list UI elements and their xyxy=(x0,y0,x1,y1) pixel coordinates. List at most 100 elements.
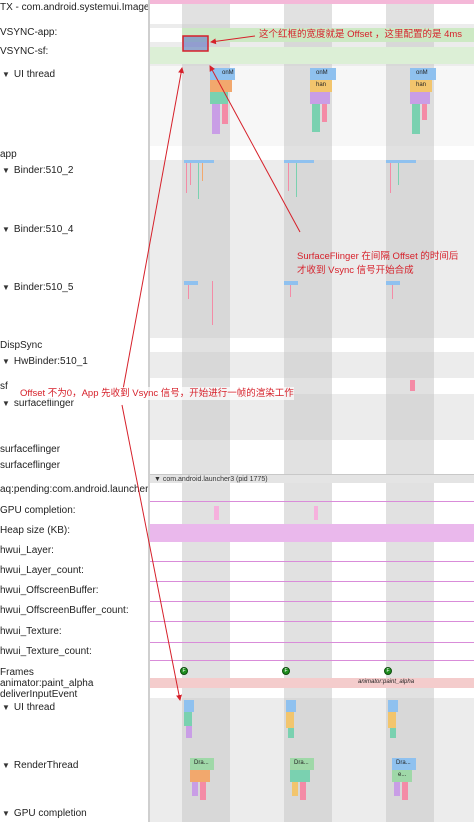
track-label-text: hwui_OffscreenBuffer: xyxy=(0,585,99,596)
ui-slice[interactable] xyxy=(286,700,296,712)
frame-marker-icon[interactable]: F xyxy=(282,667,290,675)
binder-slice[interactable] xyxy=(390,163,391,193)
track-label-ui-thread[interactable]: ▼ UI thread xyxy=(2,69,55,81)
track-label-sf[interactable]: sf xyxy=(0,381,8,393)
track-label-binder-510-2[interactable]: ▼ Binder:510_2 xyxy=(2,165,73,177)
tx-counter-bar xyxy=(150,0,474,4)
sf-slice[interactable] xyxy=(410,380,415,391)
expand-arrow-icon[interactable]: ▼ xyxy=(2,69,10,81)
expand-arrow-icon[interactable]: ▼ xyxy=(2,760,10,772)
gpu-completion-mark[interactable] xyxy=(314,506,318,520)
expand-arrow-icon[interactable]: ▼ xyxy=(2,165,10,177)
track-label-hwui-offscreenbuffer[interactable]: hwui_OffscreenBuffer: xyxy=(0,585,99,597)
render-slice[interactable] xyxy=(192,782,198,796)
ui-slice-label: han xyxy=(316,82,327,88)
ui-slice[interactable] xyxy=(210,92,228,104)
track-label-heap-size[interactable]: Heap size (KB): xyxy=(0,525,70,537)
track-label-dispsync[interactable]: DispSync xyxy=(0,340,42,352)
track-label-aq-pending[interactable]: aq:pending:com.android.launcher3 xyxy=(0,484,154,496)
render-slice[interactable] xyxy=(190,770,210,782)
frame-highlight-2 xyxy=(284,0,332,822)
ui-slice[interactable] xyxy=(286,712,294,728)
binder-slice[interactable] xyxy=(296,163,297,197)
animator-bar[interactable] xyxy=(150,678,474,688)
frame-marker-icon[interactable]: F xyxy=(180,667,188,675)
hwui-layer-count-line xyxy=(150,581,474,582)
expand-arrow-icon[interactable]: ▼ xyxy=(2,702,10,714)
binder-slice[interactable] xyxy=(386,281,400,285)
binder-slice[interactable] xyxy=(284,281,298,285)
expand-arrow-icon[interactable]: ▼ xyxy=(2,282,10,294)
track-label-tx[interactable]: TX - com.android.systemui.Image\ xyxy=(0,2,152,14)
ui-slice[interactable] xyxy=(222,104,228,124)
ui-slice[interactable] xyxy=(312,104,320,132)
ui-slice[interactable] xyxy=(390,728,396,738)
ui-slice[interactable] xyxy=(310,92,330,104)
binder-slice[interactable] xyxy=(198,163,199,199)
render-slice[interactable] xyxy=(200,782,206,800)
ui-slice[interactable] xyxy=(212,104,220,134)
track-label-text: hwui_Texture: xyxy=(0,626,62,637)
binder-slice[interactable] xyxy=(184,281,198,285)
frame-marker-icon[interactable]: F xyxy=(384,667,392,675)
track-label-hwui-layer-count[interactable]: hwui_Layer_count: xyxy=(0,565,84,577)
render-slice[interactable] xyxy=(290,770,310,782)
ui-slice[interactable] xyxy=(422,104,427,120)
ui-slice[interactable] xyxy=(210,80,232,92)
hwui-layer-line xyxy=(150,561,474,562)
track-label-ui-thread-launcher[interactable]: ▼ UI thread xyxy=(2,702,55,714)
expand-arrow-icon[interactable]: ▼ xyxy=(2,398,10,410)
binder-slice[interactable] xyxy=(288,163,289,191)
track-label-hwui-texture-count[interactable]: hwui_Texture_count: xyxy=(0,646,92,658)
render-slice[interactable] xyxy=(402,782,408,800)
expand-arrow-icon[interactable]: ▼ xyxy=(2,356,10,368)
gpu-completion-mark[interactable] xyxy=(214,506,219,520)
ui-slice[interactable] xyxy=(410,92,430,104)
track-label-hwui-texture[interactable]: hwui_Texture: xyxy=(0,626,62,638)
track-label-binder-510-5[interactable]: ▼ Binder:510_5 xyxy=(2,282,73,294)
track-label-vsync-sf[interactable]: VSYNC-sf: xyxy=(0,46,48,58)
process-section-header[interactable]: ▼ com.android.launcher3 (pid 1775) xyxy=(150,474,474,483)
ui-slice-label: onM xyxy=(416,70,428,76)
track-label-text: hwui_Layer: xyxy=(0,545,54,556)
expand-arrow-icon[interactable]: ▼ xyxy=(2,224,10,236)
track-label-text: animator:paint_alpha xyxy=(0,678,94,689)
render-slice[interactable] xyxy=(292,782,298,796)
ui-slice[interactable] xyxy=(388,700,398,712)
expand-arrow-icon[interactable]: ▼ xyxy=(2,808,10,820)
track-label-renderthread[interactable]: ▼ RenderThread xyxy=(2,760,78,772)
render-slice[interactable] xyxy=(394,782,400,796)
binder-slice[interactable] xyxy=(188,285,189,299)
timeline-area[interactable]: onM onM han onM han ▼ com.android.launch… xyxy=(150,0,474,822)
track-label-surfaceflinger-2[interactable]: surfaceflinger xyxy=(0,460,60,472)
track-label-surfaceflinger-1[interactable]: surfaceflinger xyxy=(0,444,60,456)
binder-slice[interactable] xyxy=(392,285,393,299)
track-label-deliverinputevent[interactable]: deliverInputEvent xyxy=(0,689,77,701)
binder-slice[interactable] xyxy=(190,163,191,185)
ui-slice[interactable] xyxy=(322,104,327,122)
track-label-binder-510-4[interactable]: ▼ Binder:510_4 xyxy=(2,224,73,236)
track-label-gpu-completion[interactable]: ▼ GPU completion xyxy=(2,808,87,820)
track-label-text: RenderThread xyxy=(13,760,79,771)
binder-slice[interactable] xyxy=(202,163,203,181)
ui-slice[interactable] xyxy=(184,712,192,726)
heap-size-bar xyxy=(150,524,474,542)
ui-slice[interactable] xyxy=(186,726,192,738)
binder-slice[interactable] xyxy=(398,163,399,185)
ui-slice-label: han xyxy=(416,82,427,88)
ui-slice[interactable] xyxy=(388,712,396,728)
track-label-hwbinder-510-1[interactable]: ▼ HwBinder:510_1 xyxy=(2,356,88,368)
track-label-gpu-completion-counter[interactable]: GPU completion: xyxy=(0,505,76,517)
binder-slice[interactable] xyxy=(290,285,291,297)
ui-slice[interactable] xyxy=(184,700,194,712)
binder-slice[interactable] xyxy=(186,163,187,193)
track-label-vsync-app[interactable]: VSYNC-app: xyxy=(0,27,57,39)
track-label-hwui-layer[interactable]: hwui_Layer: xyxy=(0,545,54,557)
render-slice[interactable] xyxy=(300,782,306,800)
track-label-hwui-offscreenbuffer-count[interactable]: hwui_OffscreenBuffer_count: xyxy=(0,605,129,617)
track-label-app[interactable]: app xyxy=(0,149,17,161)
binder-slice[interactable] xyxy=(212,281,213,325)
app-slice[interactable] xyxy=(184,160,214,163)
ui-slice[interactable] xyxy=(288,728,294,738)
ui-slice[interactable] xyxy=(412,104,420,134)
